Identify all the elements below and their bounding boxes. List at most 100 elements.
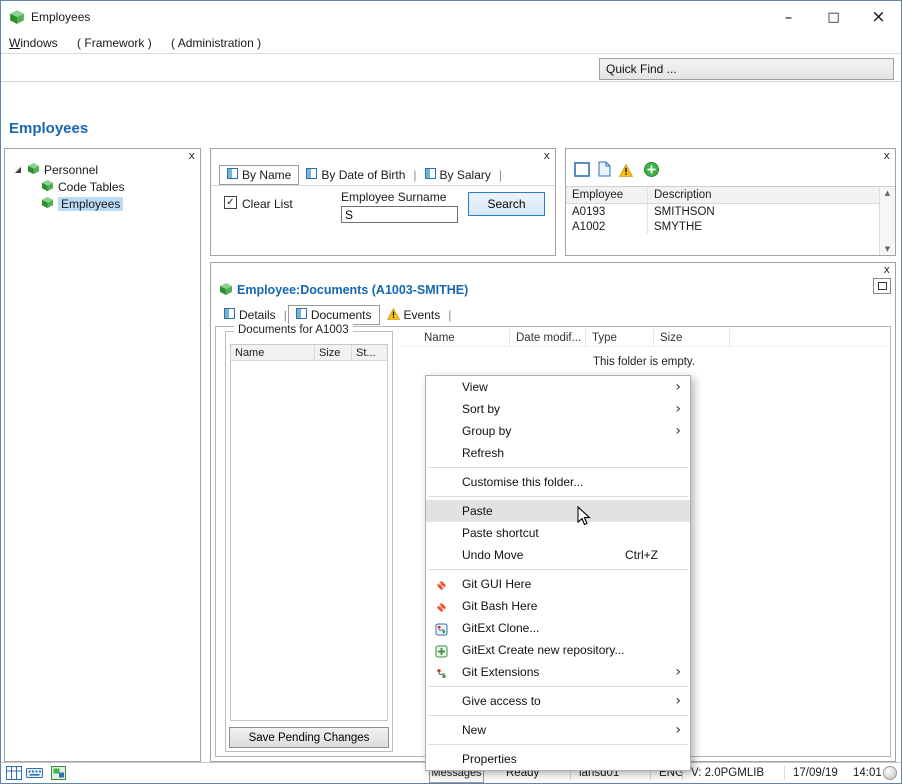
- clear-list-label: Clear List: [242, 197, 293, 211]
- context-menu-item-git-gui[interactable]: Git GUI Here: [426, 573, 690, 595]
- column-header-description[interactable]: Description: [648, 187, 879, 203]
- tab-by-date-of-birth[interactable]: By Date of Birth: [299, 165, 412, 185]
- tab-separator: |: [413, 168, 416, 182]
- scroll-down-icon[interactable]: ▼: [880, 245, 895, 253]
- submenu-arrow-icon: ›: [675, 376, 681, 398]
- panel-close-icon[interactable]: x: [883, 150, 890, 161]
- tab-separator: |: [284, 308, 287, 322]
- minimize-button[interactable]: –: [766, 1, 811, 33]
- tab-documents[interactable]: Documents: [288, 305, 380, 325]
- cell-employee: A1002: [566, 219, 648, 234]
- context-menu-item-git-bash[interactable]: Git Bash Here: [426, 595, 690, 617]
- app-window: Employees – □ × Windows ( Framework ) ( …: [0, 0, 902, 784]
- panel-close-icon[interactable]: x: [883, 264, 890, 275]
- column-header-employee[interactable]: Employee: [566, 187, 648, 203]
- page-title: Employees: [9, 120, 88, 137]
- context-menu-item-customise[interactable]: Customise this folder...: [426, 471, 690, 493]
- clear-list-checkbox[interactable]: ✓: [224, 196, 237, 209]
- search-tabs: By Name By Date of Birth | By Salary |: [219, 165, 503, 185]
- cell-description: SMYTHE: [648, 219, 879, 234]
- add-icon[interactable]: [644, 162, 659, 180]
- context-menu-item-paste-shortcut[interactable]: Paste shortcut: [426, 522, 690, 544]
- status-separator: [784, 766, 785, 780]
- context-menu-item-group-by[interactable]: Group by›: [426, 420, 690, 442]
- menu-separator: [428, 496, 688, 497]
- documents-groupbox: Documents for A1003 Name Size St... Save…: [225, 331, 393, 752]
- minimize-icon: –: [785, 8, 793, 26]
- tab-events[interactable]: Events: [380, 305, 448, 325]
- tab-separator: |: [448, 308, 451, 322]
- column-header-size[interactable]: Size: [654, 329, 730, 346]
- details-view-icon[interactable]: [574, 162, 590, 180]
- expand-arrow-icon[interactable]: ◢: [13, 165, 23, 174]
- vertical-scrollbar[interactable]: ▲ ▼: [879, 187, 895, 255]
- menu-administration[interactable]: ( Administration ): [171, 33, 261, 53]
- panel-close-icon[interactable]: x: [543, 150, 550, 161]
- column-header-name[interactable]: Name: [400, 329, 510, 346]
- app-small-icon[interactable]: [51, 766, 66, 783]
- column-header-size[interactable]: Size: [315, 345, 352, 360]
- document-icon[interactable]: [598, 161, 611, 180]
- warning-icon[interactable]: [619, 164, 633, 180]
- menu-item-label: Paste shortcut: [462, 526, 539, 540]
- grid-view-icon[interactable]: [6, 766, 22, 783]
- context-menu-item-refresh[interactable]: Refresh: [426, 442, 690, 464]
- menu-item-label: GitExt Create new repository...: [462, 643, 625, 657]
- file-list-header: Name Date modif... Type Size: [400, 329, 888, 347]
- context-menu-item-view[interactable]: View›: [426, 376, 690, 398]
- menu-windows[interactable]: Windows: [9, 33, 58, 53]
- submenu-arrow-icon: ›: [675, 661, 681, 683]
- quick-find-button[interactable]: Quick Find ...: [599, 58, 894, 80]
- close-button[interactable]: ×: [856, 1, 901, 33]
- submenu-arrow-icon: ›: [675, 690, 681, 712]
- tree-item-personnel[interactable]: ◢ Personnel: [5, 161, 200, 178]
- context-menu-item-undo-move[interactable]: Undo MoveCtrl+Z: [426, 544, 690, 566]
- result-row[interactable]: A1002 SMYTHE: [566, 219, 879, 234]
- maximize-button[interactable]: □: [811, 1, 856, 33]
- context-menu-item-sort-by[interactable]: Sort by›: [426, 398, 690, 420]
- documents-list: Name Size St...: [230, 344, 388, 721]
- search-button[interactable]: Search: [468, 192, 545, 216]
- surname-input[interactable]: [341, 206, 458, 223]
- menu-item-label: Refresh: [462, 446, 504, 460]
- result-row[interactable]: A0193 SMITHSON: [566, 204, 879, 219]
- context-menu-item-git-extensions[interactable]: Git Extensions›: [426, 661, 690, 683]
- keyboard-icon[interactable]: [26, 766, 43, 783]
- tab-by-name[interactable]: By Name: [219, 165, 299, 185]
- column-header-date-modified[interactable]: Date modif...: [510, 329, 586, 346]
- toolbar: Quick Find ...: [1, 55, 901, 82]
- panel-close-icon[interactable]: x: [188, 150, 195, 161]
- menu-framework[interactable]: ( Framework ): [77, 33, 152, 53]
- grid-header: Employee Description: [566, 187, 879, 204]
- context-menu-item-paste[interactable]: Paste: [426, 500, 690, 522]
- scroll-up-icon[interactable]: ▲: [880, 189, 895, 197]
- status-ball-icon: [883, 766, 897, 780]
- tab-by-salary[interactable]: By Salary: [418, 165, 498, 185]
- restore-button[interactable]: [873, 278, 891, 294]
- restore-icon: [878, 282, 887, 290]
- context-menu-item-give-access[interactable]: Give access to›: [426, 690, 690, 712]
- context-menu-item-properties[interactable]: Properties: [426, 748, 690, 770]
- menu-item-label: Customise this folder...: [462, 475, 583, 489]
- groupbox-legend: Documents for A1003: [234, 324, 353, 336]
- menu-separator: [428, 467, 688, 468]
- context-menu-item-gitext-clone[interactable]: GitExt Clone...: [426, 617, 690, 639]
- context-menu-item-new[interactable]: New›: [426, 719, 690, 741]
- save-pending-changes-button[interactable]: Save Pending Changes: [229, 727, 389, 748]
- form-icon: [425, 168, 436, 182]
- submenu-arrow-icon: ›: [675, 398, 681, 420]
- column-header-type[interactable]: Type: [586, 329, 654, 346]
- tab-details[interactable]: Details: [217, 305, 283, 325]
- tab-label: Details: [239, 308, 276, 322]
- menu-separator: [428, 715, 688, 716]
- tab-label: By Name: [242, 168, 291, 182]
- column-header-status[interactable]: St...: [352, 345, 387, 360]
- menu-item-label: Git GUI Here: [462, 577, 531, 591]
- context-menu-item-gitext-create-repo[interactable]: GitExt Create new repository...: [426, 639, 690, 661]
- column-header-name[interactable]: Name: [231, 345, 315, 360]
- status-date: 17/09/19: [793, 767, 838, 779]
- tree-item-employees[interactable]: Employees: [5, 195, 200, 212]
- tab-strip-line: [211, 185, 555, 186]
- cell-description: SMITHSON: [648, 204, 879, 219]
- tree-item-code-tables[interactable]: Code Tables: [5, 178, 200, 195]
